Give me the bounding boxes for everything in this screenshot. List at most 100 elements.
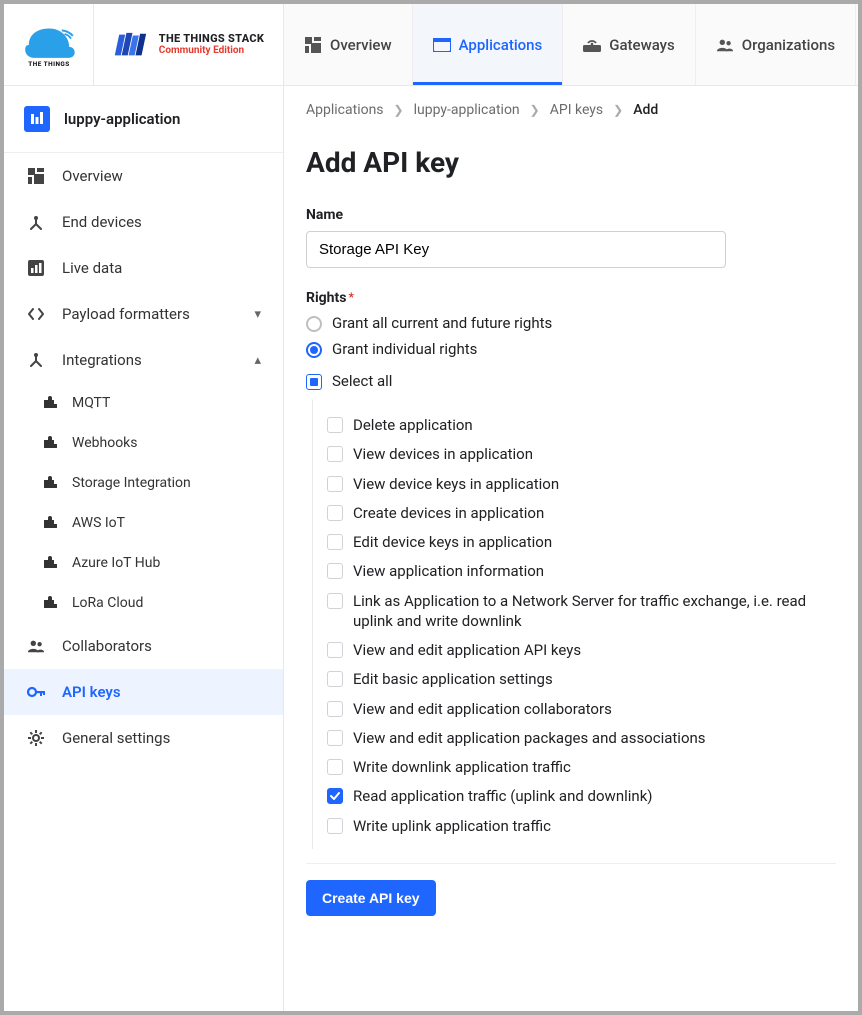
right-checkbox-row[interactable]: Write downlink application traffic [327,757,836,777]
people-icon [26,639,46,653]
puzzle-icon [40,435,58,451]
right-label: Delete application [353,415,473,435]
gateway-icon [583,37,601,53]
breadcrumb-applications[interactable]: Applications [306,102,384,118]
puzzle-icon [40,475,58,491]
rights-label: Rights* [306,290,836,306]
sidebar-item-lora-cloud[interactable]: LoRa Cloud [4,583,283,623]
puzzle-icon [40,595,58,611]
sidebar-item-payload-formatters[interactable]: Payload formatters ▾ [4,291,283,337]
checkbox-select-all[interactable]: Select all [306,372,836,390]
breadcrumb-current: Add [633,102,658,118]
main: Applications ❯ luppy-application ❯ API k… [284,86,858,1011]
right-label: Write uplink application traffic [353,816,551,836]
organizations-icon [716,37,734,53]
right-label: View and edit application collaborators [353,699,612,719]
right-checkbox-row[interactable]: View application information [327,561,836,581]
checkbox-icon [327,505,343,521]
application-icon [24,106,50,132]
checkbox-icon [327,671,343,687]
sidebar-item-end-devices[interactable]: End devices [4,199,283,245]
breadcrumb-app[interactable]: luppy-application [414,102,520,118]
sidebar-item-collaborators[interactable]: Collaborators [4,623,283,669]
right-checkbox-row[interactable]: Edit basic application settings [327,669,836,689]
right-label: Write downlink application traffic [353,757,571,777]
chevron-up-icon: ▴ [254,353,261,368]
checkbox-icon [327,446,343,462]
code-icon [26,306,46,322]
right-label: Create devices in application [353,503,544,523]
sidebar-app-name: luppy-application [64,110,180,128]
sidebar: luppy-application Overview End devices L… [4,86,284,1011]
sidebar-item-azure-iot-hub[interactable]: Azure IoT Hub [4,543,283,583]
radio-icon [306,342,322,358]
sidebar-item-overview[interactable]: Overview [4,153,283,199]
puzzle-icon [40,555,58,571]
right-checkbox-row[interactable]: Edit device keys in application [327,532,836,552]
right-checkbox-row[interactable]: Delete application [327,415,836,435]
right-checkbox-row[interactable]: View and edit application packages and a… [327,728,836,748]
application-icon [433,37,451,53]
device-icon [26,214,46,230]
checkbox-icon [327,759,343,775]
stack-title: THE THINGS STACK [159,33,264,45]
tab-overview[interactable]: Overview [284,4,413,85]
sidebar-item-api-keys[interactable]: API keys [4,669,283,715]
sidebar-item-aws-iot[interactable]: AWS IoT [4,503,283,543]
checkbox-icon [306,374,322,390]
live-data-icon [26,260,46,276]
right-checkbox-row[interactable]: View device keys in application [327,474,836,494]
chevron-right-icon: ❯ [394,103,404,117]
sidebar-item-webhooks[interactable]: Webhooks [4,423,283,463]
sidebar-item-general-settings[interactable]: General settings [4,715,283,761]
checkbox-icon [327,417,343,433]
right-label: Read application traffic (uplink and dow… [353,786,653,806]
page-title: Add API key [306,146,836,179]
checkbox-icon [327,818,343,834]
right-checkbox-row[interactable]: Write uplink application traffic [327,816,836,836]
sidebar-app-header[interactable]: luppy-application [4,86,283,153]
ttn-logo[interactable]: THE THINGS [4,4,94,85]
top-tabs: Overview Applications Gateways Organizat… [284,4,858,85]
chevron-right-icon: ❯ [613,103,623,117]
puzzle-icon [40,395,58,411]
chevron-right-icon: ❯ [530,103,540,117]
right-label: View device keys in application [353,474,559,494]
name-input[interactable] [306,231,726,268]
right-checkbox-row[interactable]: Link as Application to a Network Server … [327,591,836,632]
right-checkbox-row[interactable]: View and edit application collaborators [327,699,836,719]
radio-icon [306,316,322,332]
right-checkbox-row[interactable]: View and edit application API keys [327,640,836,660]
tts-logo[interactable]: THE THINGS STACK Community Edition [94,4,284,85]
right-label: View and edit application packages and a… [353,728,706,748]
rights-list: Delete application View devices in applic… [312,400,836,849]
right-label: View devices in application [353,444,533,464]
right-checkbox-row[interactable]: View devices in application [327,444,836,464]
dashboard-icon [26,168,46,184]
right-checkbox-row[interactable]: Create devices in application [327,503,836,523]
stack-subtitle: Community Edition [159,45,264,56]
tab-organizations[interactable]: Organizations [696,4,856,85]
sidebar-item-integrations[interactable]: Integrations ▴ [4,337,283,383]
create-api-key-button[interactable]: Create API key [306,880,436,916]
checkbox-icon [327,788,343,804]
checkbox-icon [327,642,343,658]
sidebar-item-live-data[interactable]: Live data [4,245,283,291]
gear-icon [26,730,46,746]
dashboard-icon [304,37,322,53]
name-label: Name [306,207,836,223]
right-checkbox-row[interactable]: Read application traffic (uplink and dow… [327,786,836,806]
right-label: View and edit application API keys [353,640,581,660]
chevron-down-icon: ▾ [254,307,261,322]
svg-text:THE THINGS: THE THINGS [28,60,69,67]
right-label: View application information [353,561,544,581]
radio-grant-all[interactable]: Grant all current and future rights [306,314,836,332]
tab-gateways[interactable]: Gateways [563,4,696,85]
sidebar-item-mqtt[interactable]: MQTT [4,383,283,423]
breadcrumb-api-keys[interactable]: API keys [550,102,603,118]
radio-grant-individual[interactable]: Grant individual rights [306,340,836,358]
tab-applications[interactable]: Applications [413,4,564,85]
sidebar-item-storage-integration[interactable]: Storage Integration [4,463,283,503]
right-label: Edit basic application settings [353,669,553,689]
integrations-icon [26,352,46,368]
